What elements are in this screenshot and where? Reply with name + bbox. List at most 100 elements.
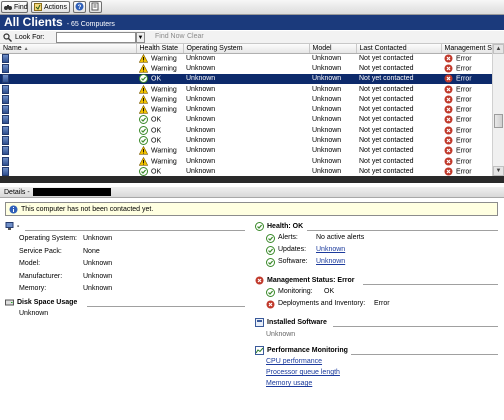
performance-link[interactable]: Processor queue length [266, 369, 340, 376]
column-header-model[interactable]: Model [309, 44, 357, 54]
scroll-down-arrow-icon[interactable]: ▼ [493, 166, 504, 176]
ok-check-icon [139, 166, 148, 176]
table-row[interactable]: Warning Unknown Unknown Not yet contacted Er… [0, 156, 492, 166]
property-value: Unknown [83, 260, 113, 267]
table-row[interactable]: Warning Unknown Unknown Not yet contacted Er… [0, 84, 492, 94]
row-model-cell: Unknown [312, 95, 342, 103]
performance-link[interactable]: CPU performance [266, 358, 322, 365]
health-item: Software: Unknown [266, 258, 345, 267]
system-property-row: Service Pack: None [19, 248, 100, 255]
row-last-contacted-cell: Not yet contacted [359, 64, 414, 72]
error-icon [444, 54, 453, 63]
installed-software-section-title: Installed Software [255, 318, 498, 327]
table-row[interactable]: Warning Unknown Unknown Not yet contacted Er… [0, 63, 492, 73]
row-health-cell: Warning [136, 156, 183, 166]
computer-icon [2, 53, 9, 63]
error-icon [444, 95, 453, 104]
computer-icon [2, 94, 9, 104]
scroll-up-arrow-icon[interactable]: ▲ [493, 44, 504, 54]
find-now-button[interactable]: Find Now [155, 33, 185, 40]
computers-grid: Name ▲ Health State Operating System Mod… [0, 44, 492, 176]
row-model-cell: Unknown [312, 116, 342, 124]
health-item-link[interactable]: Unknown [316, 246, 345, 255]
row-name-cell [0, 104, 136, 115]
management-status-section-title: Management Status: Error [255, 276, 498, 285]
divider [25, 230, 245, 231]
table-row[interactable]: OK Unknown Unknown Not yet contacted Error [0, 73, 492, 84]
row-name-cell [0, 73, 136, 84]
row-os-cell: Unknown [186, 116, 216, 124]
scrollbar-thumb[interactable] [494, 114, 503, 128]
row-health-cell: Warning [136, 53, 183, 63]
binoculars-icon [4, 3, 12, 11]
property-label: Operating System: [19, 235, 77, 242]
column-header-health-state[interactable]: Health State [136, 44, 184, 54]
row-health-cell: Warning [136, 104, 183, 114]
table-row[interactable]: OK Unknown Unknown Not yet contacted Error [0, 135, 492, 146]
row-name-cell [0, 156, 136, 166]
sort-ascending-icon: ▲ [23, 45, 29, 52]
row-management-cell: Error [441, 125, 492, 135]
table-row[interactable]: Warning Unknown Unknown Not yet contacted Er… [0, 94, 492, 104]
row-management-cell: Error [441, 53, 492, 63]
table-row[interactable]: OK Unknown Unknown Not yet contacted Error [0, 115, 492, 125]
table-row[interactable]: Warning Unknown Unknown Not yet contacted Er… [0, 146, 492, 156]
table-row[interactable]: Warning Unknown Unknown Not yet contacted Er… [0, 104, 492, 115]
ok-check-icon [139, 125, 148, 135]
table-row[interactable]: Warning Unknown Unknown Not yet contacted Er… [0, 53, 492, 63]
grid-header-row: Name ▲ Health State Operating System Mod… [0, 44, 492, 54]
row-os-cell: Unknown [186, 106, 216, 114]
row-management-cell: Error [441, 146, 492, 156]
row-management-cell: Error [441, 115, 492, 125]
disk-space-value: Unknown [19, 310, 49, 317]
property-label: Model: [19, 260, 41, 267]
look-for-input[interactable] [56, 32, 136, 43]
row-last-contacted-cell: Not yet contacted [359, 126, 414, 134]
row-name-cell [0, 94, 136, 104]
column-header-last-contacted[interactable]: Last Contacted [356, 44, 442, 54]
properties-button[interactable] [89, 1, 102, 13]
performance-link[interactable]: Memory usage [266, 380, 312, 387]
divider [307, 230, 498, 231]
view-title: All Clients [4, 15, 63, 29]
error-icon [444, 64, 453, 73]
table-row[interactable]: OK Unknown Unknown Not yet contacted Error [0, 125, 492, 135]
row-last-contacted-cell: Not yet contacted [359, 85, 414, 93]
row-health-cell: OK [136, 115, 183, 125]
row-model-cell: Unknown [312, 106, 342, 114]
column-header-name[interactable]: Name ▲ [0, 44, 137, 54]
view-subtitle: - 65 Computers [66, 21, 115, 28]
help-button[interactable]: ? [73, 1, 86, 13]
row-last-contacted-cell: Not yet contacted [356, 73, 441, 84]
property-label: Memory: [19, 285, 47, 292]
computer-icon [2, 74, 9, 84]
property-value: Unknown [83, 272, 113, 280]
computer-icon [2, 166, 9, 176]
row-os-cell: Unknown [186, 147, 216, 155]
property-label: Manufacturer: [19, 272, 63, 280]
row-last-contacted-cell: Not yet contacted [359, 54, 414, 62]
health-item-link[interactable]: Unknown [316, 258, 345, 267]
find-button[interactable]: Find [1, 1, 28, 13]
actions-button[interactable]: Actions [31, 1, 70, 13]
grid-vertical-scrollbar[interactable]: ▲ ▼ [492, 44, 504, 176]
look-for-dropdown[interactable]: ▼ [136, 32, 145, 43]
row-os-cell: Unknown [186, 85, 216, 93]
table-row[interactable]: OK Unknown Unknown Not yet contacted Error [0, 166, 492, 176]
error-icon [444, 167, 453, 176]
pane-splitter[interactable] [0, 176, 504, 183]
row-os-cell: Unknown [186, 54, 216, 62]
row-last-contacted-cell: Not yet contacted [359, 106, 414, 114]
column-header-management-status[interactable]: Management S [441, 44, 492, 54]
error-icon [444, 126, 453, 135]
redacted-computer-name [32, 188, 111, 197]
error-icon [266, 300, 275, 309]
clear-button[interactable]: Clear [187, 33, 204, 40]
column-header-operating-system[interactable]: Operating System [183, 44, 310, 54]
health-section-title: Health: OK [255, 222, 498, 231]
row-health-cell: OK [136, 166, 183, 176]
chart-icon [255, 346, 264, 355]
ok-check-icon [266, 288, 275, 297]
row-health-cell: Warning [136, 94, 183, 104]
row-management-cell: Error [441, 73, 492, 84]
